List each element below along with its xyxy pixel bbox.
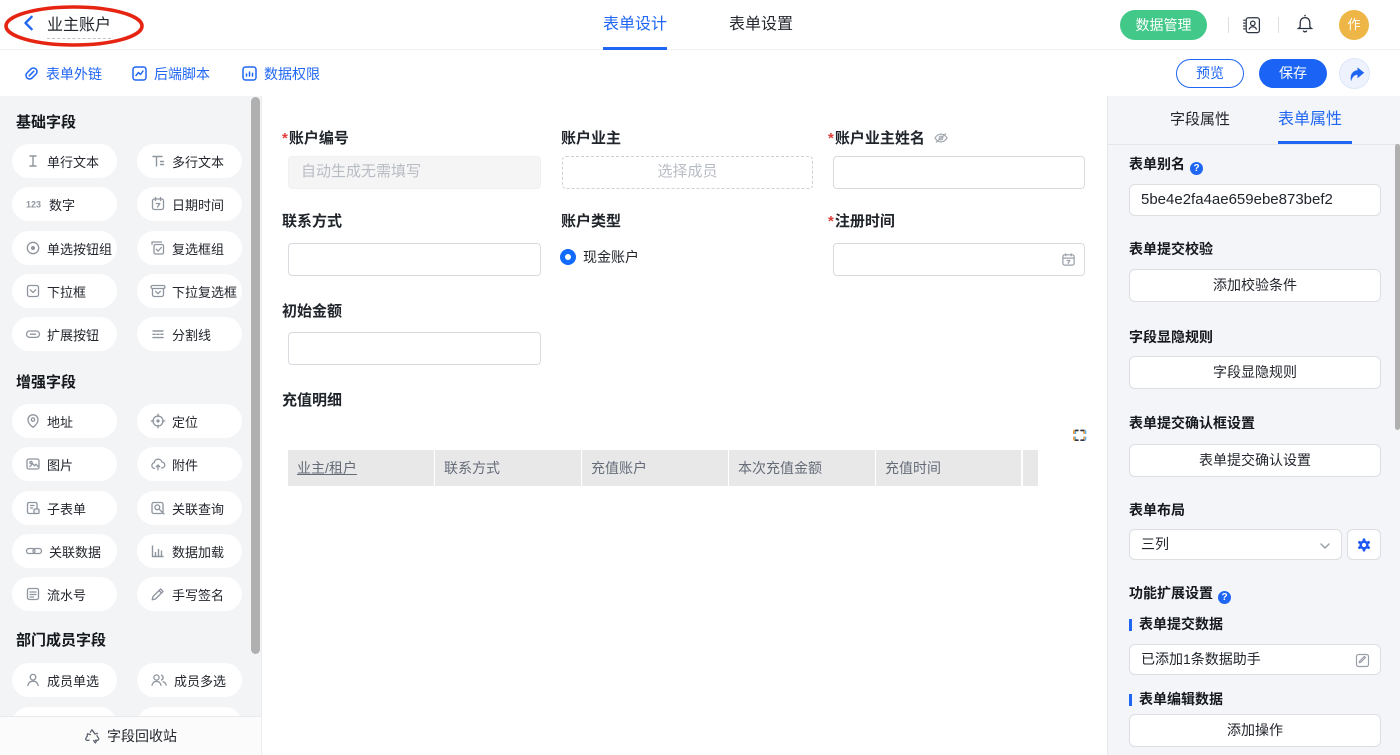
svg-text:123: 123 (26, 200, 41, 210)
